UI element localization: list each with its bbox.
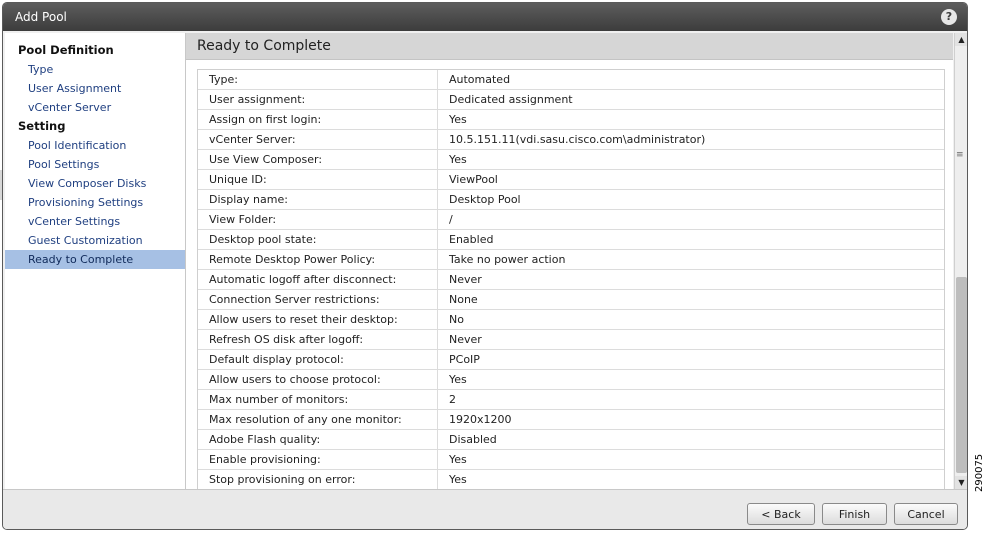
table-row: Use View Composer: Yes (198, 149, 944, 170)
setting-label: Default display protocol: (198, 349, 438, 370)
gripper-icon: ≡ (956, 150, 964, 160)
sidebar-item-provisioning-settings[interactable]: Provisioning Settings (5, 193, 185, 212)
figure-id-label: 290075 (974, 453, 985, 492)
vertical-scrollbar[interactable]: ▲ ▼ (954, 33, 967, 489)
sidebar-item-view-composer-disks[interactable]: View Composer Disks (5, 174, 185, 193)
setting-value: Automated (437, 70, 944, 90)
setting-value: 10.5.151.11(vdi.sasu.cisco.com\administr… (437, 129, 944, 150)
setting-label: Remote Desktop Power Policy: (198, 249, 438, 270)
sidebar-section-heading: Pool Definition (18, 43, 114, 57)
setting-value: 1920x1200 (437, 409, 944, 430)
table-row: Stop provisioning on error: Yes (198, 469, 944, 490)
setting-label: Max resolution of any one monitor: (198, 409, 438, 430)
setting-label: Allow users to choose protocol: (198, 369, 438, 390)
sidebar-item-type[interactable]: Type (5, 60, 185, 79)
setting-label: View Folder: (198, 209, 438, 230)
setting-value: Never (437, 269, 944, 290)
table-row: Default display protocol: PCoIP (198, 349, 944, 370)
sidebar-item-vcenter-server[interactable]: vCenter Server (5, 98, 185, 117)
setting-label: Allow users to reset their desktop: (198, 309, 438, 330)
table-row: View Folder: / (198, 209, 944, 230)
setting-label: Desktop pool state: (198, 229, 438, 250)
setting-label: User assignment: (198, 89, 438, 110)
dialog-title: Add Pool (15, 10, 67, 24)
setting-value: Dedicated assignment (437, 89, 944, 110)
setting-value: Yes (437, 109, 944, 130)
setting-value: Yes (437, 369, 944, 390)
table-row: Max resolution of any one monitor: 1920x1… (198, 409, 944, 430)
back-button[interactable]: < Back (747, 503, 815, 525)
setting-label: vCenter Server: (198, 129, 438, 150)
setting-value: Yes (437, 449, 944, 470)
arrow-up-icon[interactable]: ▲ (955, 33, 967, 46)
table-row: Adobe Flash quality: Disabled (198, 429, 944, 450)
background-area (970, 0, 989, 470)
table-row: Automatic logoff after disconnect: Never (198, 269, 944, 290)
arrow-down-icon[interactable]: ▼ (955, 476, 967, 489)
summary-table: Type: Automated User assignment: Dedicated … (198, 70, 944, 490)
table-row: vCenter Server: 10.5.151.11(vdi.sasu.cisc… (198, 129, 944, 150)
setting-value: Yes (437, 469, 944, 490)
table-row: Connection Server restrictions: None (198, 289, 944, 310)
sidebar-item-guest-customization[interactable]: Guest Customization (5, 231, 185, 250)
dialog-titlebar: Add Pool ? (3, 3, 967, 31)
scroll-track[interactable] (956, 47, 967, 475)
table-row: Allow users to choose protocol: Yes (198, 369, 944, 390)
setting-label: Display name: (198, 189, 438, 210)
setting-value: Desktop Pool (437, 189, 944, 210)
setting-value: PCoIP (437, 349, 944, 370)
setting-value: No (437, 309, 944, 330)
setting-label: Use View Composer: (198, 149, 438, 170)
sidebar-item-pool-identification[interactable]: Pool Identification (5, 136, 185, 155)
table-row: Desktop pool state: Enabled (198, 229, 944, 250)
setting-label: Automatic logoff after disconnect: (198, 269, 438, 290)
add-pool-dialog: Add Pool ? Pool Definition Type User Assig… (2, 2, 968, 530)
setting-label: Assign on first login: (198, 109, 438, 130)
setting-value: Take no power action (437, 249, 944, 270)
scroll-thumb[interactable] (956, 277, 967, 473)
sidebar-section-heading: Setting (18, 119, 66, 133)
page-title: Ready to Complete (197, 38, 331, 54)
setting-label: Type: (198, 70, 438, 90)
setting-value: None (437, 289, 944, 310)
cancel-button[interactable]: Cancel (894, 503, 958, 525)
setting-label: Max number of monitors: (198, 389, 438, 410)
setting-value: ViewPool (437, 169, 944, 190)
table-row: Allow users to reset their desktop: No (198, 309, 944, 330)
table-row: Refresh OS disk after logoff: Never (198, 329, 944, 350)
table-row: Type: Automated (198, 70, 944, 90)
main-panel: Ready to Complete Type: Automated User ass… (186, 33, 953, 490)
setting-value: Never (437, 329, 944, 350)
finish-button[interactable]: Finish (822, 503, 887, 525)
table-row: Max number of monitors: 2 (198, 389, 944, 410)
setting-value: 2 (437, 389, 944, 410)
setting-value: / (437, 209, 944, 230)
sidebar-item-user-assignment[interactable]: User Assignment (5, 79, 185, 98)
table-row: Enable provisioning: Yes (198, 449, 944, 470)
setting-value: Yes (437, 149, 944, 170)
sidebar-item-ready-to-complete[interactable]: Ready to Complete (5, 250, 185, 269)
table-row: Remote Desktop Power Policy: Take no powe… (198, 249, 944, 270)
setting-value: Enabled (437, 229, 944, 250)
help-icon[interactable]: ? (941, 9, 957, 25)
setting-label: Stop provisioning on error: (198, 469, 438, 490)
panel-header: Ready to Complete (186, 33, 953, 60)
table-row: User assignment: Dedicated assignment (198, 89, 944, 110)
sidebar-item-vcenter-settings[interactable]: vCenter Settings (5, 212, 185, 231)
setting-label: Enable provisioning: (198, 449, 438, 470)
setting-label: Connection Server restrictions: (198, 289, 438, 310)
summary-grid: Type: Automated User assignment: Dedicated … (197, 69, 945, 490)
setting-label: Refresh OS disk after logoff: (198, 329, 438, 350)
wizard-sidebar: Pool Definition Type User Assignment vCente… (5, 33, 186, 489)
sidebar-item-pool-settings[interactable]: Pool Settings (5, 155, 185, 174)
table-row: Assign on first login: Yes (198, 109, 944, 130)
setting-label: Unique ID: (198, 169, 438, 190)
table-row: Display name: Desktop Pool (198, 189, 944, 210)
table-row: Unique ID: ViewPool (198, 169, 944, 190)
setting-value: Disabled (437, 429, 944, 450)
dialog-footer: < Back Finish Cancel (3, 489, 967, 529)
setting-label: Adobe Flash quality: (198, 429, 438, 450)
